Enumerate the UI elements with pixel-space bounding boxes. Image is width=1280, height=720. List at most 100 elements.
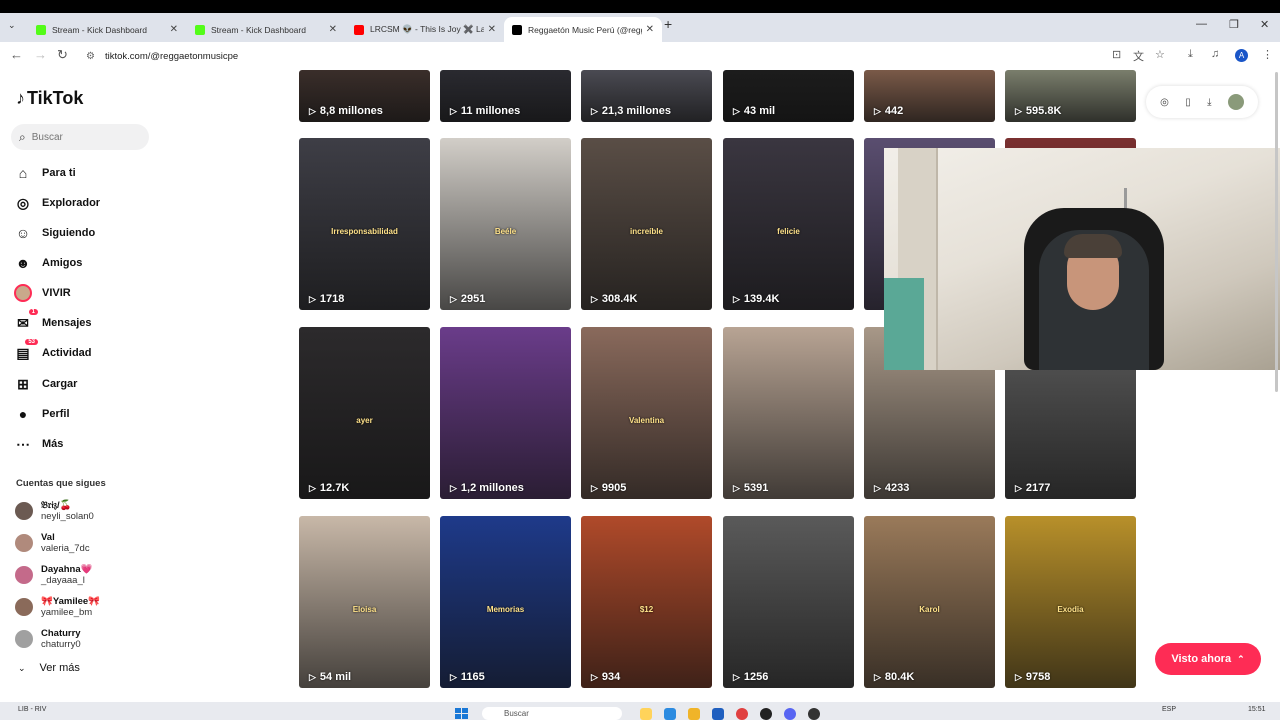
browser-tab[interactable]: Stream - Kick Dashboard ✕ <box>187 17 345 42</box>
video-card[interactable]: Irresponsabilidad ▷ 1718 <box>299 138 430 310</box>
minimize-icon[interactable]: — <box>1196 18 1207 30</box>
video-card[interactable]: Memorias ▷ 1165 <box>440 516 571 688</box>
url-field[interactable]: ⚙ tiktok.com/@reggaetonmusicpe <box>86 46 1126 66</box>
video-card[interactable]: ▷ 442 <box>864 70 995 122</box>
install-icon[interactable]: ⊡ <box>1112 48 1121 61</box>
bookmark-star-icon[interactable]: ☆ <box>1155 48 1165 61</box>
search-input[interactable] <box>31 131 132 143</box>
browser-tab[interactable]: Stream - Kick Dashboard ✕ <box>28 17 186 42</box>
close-tab-icon[interactable]: ✕ <box>329 24 337 35</box>
live-icon <box>14 284 32 302</box>
translate-icon[interactable]: 文 <box>1133 48 1144 64</box>
app-icon-4[interactable] <box>760 708 772 720</box>
app-icon-2[interactable] <box>688 708 700 720</box>
profile-avatar[interactable]: A <box>1235 49 1248 62</box>
video-card[interactable]: Karol ▷ 80.4K <box>864 516 995 688</box>
restore-icon[interactable]: ❐ <box>1229 18 1239 31</box>
video-card[interactable]: ▷ 595.8K <box>1005 70 1136 122</box>
app-icon-1[interactable] <box>664 708 676 720</box>
tab-list-icon[interactable]: ⌄ <box>8 20 16 31</box>
discord-icon[interactable] <box>784 708 796 720</box>
sidebar-item-following[interactable]: ☺ Siguiendo <box>14 222 154 244</box>
scrollbar[interactable] <box>1275 72 1278 392</box>
browser-menu-icon[interactable]: ⋮ <box>1262 48 1273 61</box>
close-tab-icon[interactable]: ✕ <box>646 24 654 35</box>
video-card[interactable]: Exodia ▷ 9758 <box>1005 516 1136 688</box>
video-card[interactable]: ▷ 11 millones <box>440 70 571 122</box>
video-card[interactable]: Beéle ▷ 2951 <box>440 138 571 310</box>
video-card[interactable]: ▷ 21,3 millones <box>581 70 712 122</box>
sidebar-item-friends[interactable]: ☻ Amigos <box>14 252 154 274</box>
video-card[interactable]: felicie ▷ 139.4K <box>723 138 854 310</box>
sidebar-item-home[interactable]: ⌂ Para ti <box>14 162 154 184</box>
taskbar-search[interactable]: Buscar <box>482 707 622 720</box>
view-count-value: 442 <box>884 105 904 117</box>
back-icon[interactable]: ← <box>10 47 23 62</box>
sidebar-item-profile[interactable]: ● Perfil <box>14 403 154 425</box>
close-window-icon[interactable]: ✕ <box>1260 18 1269 31</box>
view-count-value: 11 millones <box>460 105 521 117</box>
view-count-value: 80.4K <box>884 671 915 683</box>
followed-account[interactable]: Dayahna💗 _dayaaa_l <box>15 562 155 588</box>
kick-icon <box>36 24 46 35</box>
site-info-icon[interactable]: ⚙ <box>86 51 95 62</box>
video-card[interactable]: ▷ 8,8 millones <box>299 70 430 122</box>
compass-small-icon[interactable]: ◎ <box>1160 97 1169 108</box>
video-card[interactable]: ▷ 1,2 millones <box>440 327 571 499</box>
followed-account[interactable]: 🎀Yamilee🎀 yamilee_bm <box>15 594 155 620</box>
avatar <box>15 502 33 520</box>
sidebar-item-messages[interactable]: ✉ 1 Mensajes <box>14 309 154 334</box>
close-tab-icon[interactable]: ✕ <box>170 24 178 35</box>
sidebar-item-activity[interactable]: ▤ 53 Actividad <box>14 339 154 364</box>
sidebar-item-compass[interactable]: ◎ Explorador <box>14 192 154 214</box>
user-avatar[interactable] <box>1227 94 1244 110</box>
app-icon-3[interactable] <box>712 708 724 720</box>
video-card[interactable]: $12 ▷ 934 <box>581 516 712 688</box>
sidebar-item-upload[interactable]: ⊞ Cargar <box>14 373 154 395</box>
sidebar-item-label: Más <box>42 438 64 450</box>
play-icon: ▷ <box>733 293 740 304</box>
weather-widget[interactable]: LIB - RIV <box>18 706 46 713</box>
sidebar-item-label: VIVIR <box>42 287 71 299</box>
browser-tab[interactable]: LRCSM 👽 - This Is Joy ✖️ Lanm… ✕ <box>346 17 504 42</box>
folder-icon[interactable] <box>640 708 652 720</box>
video-card[interactable]: Eloisa ▷ 54 mil <box>299 516 430 688</box>
video-card[interactable]: ▷ 43 mil <box>723 70 854 122</box>
account-name: Val <box>41 532 55 543</box>
sidebar-item-more[interactable]: ⋯ Más <box>14 433 154 455</box>
view-count-value: 934 <box>601 671 621 683</box>
video-card[interactable]: ▷ 1256 <box>723 516 854 688</box>
video-card[interactable]: ▷ 5391 <box>723 327 854 499</box>
forward-icon[interactable]: → <box>34 47 47 62</box>
followed-account[interactable]: Chaturry chaturry0 <box>15 626 155 652</box>
language-indicator[interactable]: ESP <box>1162 706 1176 713</box>
get-app-icon[interactable]: ⤓ <box>1207 97 1211 108</box>
close-tab-icon[interactable]: ✕ <box>488 24 496 35</box>
tiktok-logo[interactable]: ♪ TikTok <box>16 88 83 109</box>
followed-account[interactable]: 𝔅𝔯𝔦𝔷/🍒 neyli_solan0 <box>15 498 155 524</box>
sidebar-item-live[interactable]: VIVIR <box>14 282 154 304</box>
followed-account[interactable]: Val valeria_7dc <box>15 530 155 556</box>
video-card[interactable]: Valentina ▷ 9905 <box>581 327 712 499</box>
media-control-icon[interactable]: ♫ <box>1211 48 1219 60</box>
obs-icon[interactable] <box>808 708 820 720</box>
view-count-value: 5391 <box>743 482 769 494</box>
browser-tab[interactable]: Reggaetón Music Perú (@regga… ✕ <box>504 17 662 42</box>
video-card[interactable]: increíble ▷ 308.4K <box>581 138 712 310</box>
new-tab-button[interactable]: + <box>664 16 672 32</box>
search-box[interactable]: ⌕ <box>11 124 149 150</box>
avatar <box>15 534 33 552</box>
clock[interactable]: 15:51 <box>1248 706 1266 713</box>
chrome-icon[interactable] <box>736 708 748 720</box>
video-caption: Irresponsabilidad <box>331 227 398 236</box>
device-icon[interactable]: ▯ <box>1185 97 1191 108</box>
see-more-button[interactable]: ⌄ Ver más <box>18 662 80 674</box>
view-count: ▷ 9758 <box>1015 671 1050 683</box>
video-card[interactable]: ayer ▷ 12.7K <box>299 327 430 499</box>
reload-icon[interactable]: ↻ <box>57 47 68 63</box>
sidebar-item-label: Actividad <box>42 347 92 359</box>
visto-ahora-button[interactable]: Visto ahora ⌃ <box>1155 643 1261 675</box>
windows-start-icon[interactable] <box>455 708 469 719</box>
video-caption: Eloisa <box>352 605 377 614</box>
download-icon[interactable]: ⤓ <box>1188 48 1193 61</box>
